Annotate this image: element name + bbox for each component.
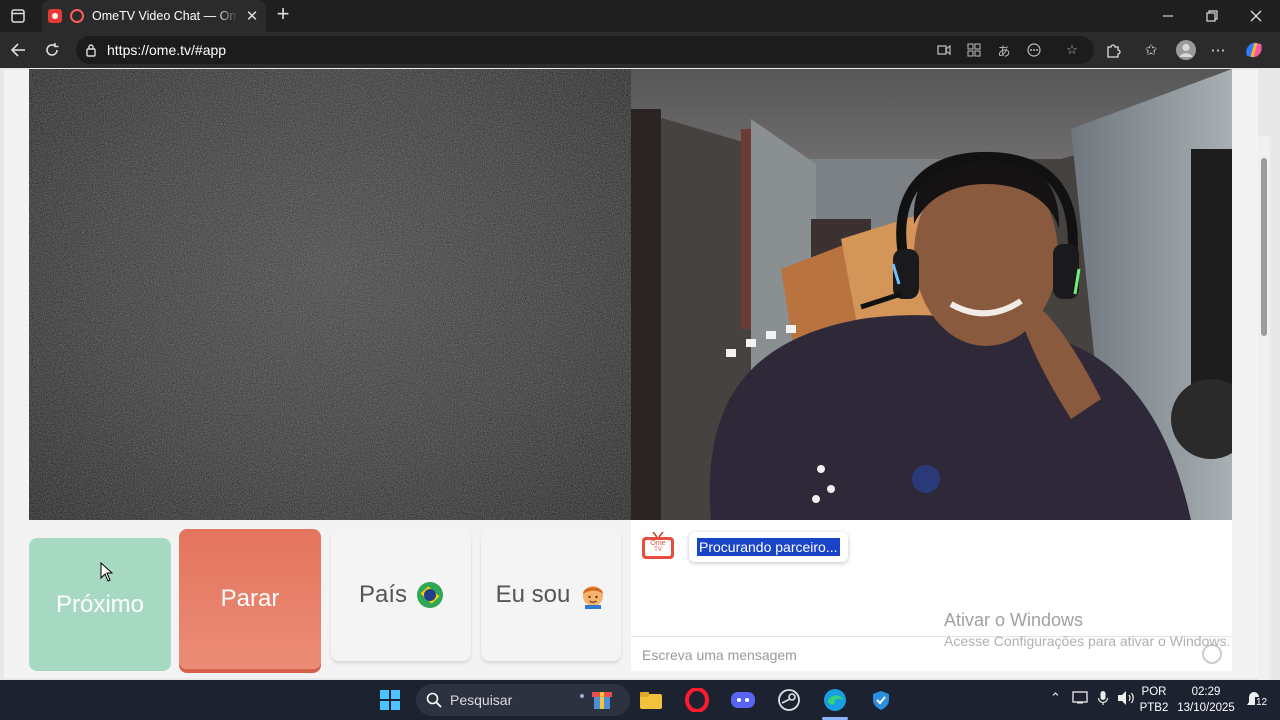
tab-ometv[interactable]: OmeTV Video Chat — Omegle ✕ xyxy=(42,0,266,32)
tab-title: OmeTV Video Chat — Omegle xyxy=(92,9,238,23)
profile-avatar-icon[interactable] xyxy=(1174,38,1198,62)
recording-icon xyxy=(48,9,62,23)
notifications-icon[interactable]: 12 xyxy=(1246,691,1270,711)
back-icon[interactable] xyxy=(8,40,28,60)
taskbar-search[interactable]: Pesquisar xyxy=(416,684,630,716)
search-highlight-icon xyxy=(580,692,612,709)
volume-icon[interactable] xyxy=(1117,690,1135,709)
refresh-icon[interactable] xyxy=(42,40,62,60)
start-windows-icon[interactable] xyxy=(376,686,404,714)
url-text: https://ome.tv/#app xyxy=(107,42,227,58)
extensions-icon[interactable] xyxy=(1103,40,1123,60)
keyboard-layout: PTB2 xyxy=(1139,702,1169,714)
settings-more-icon[interactable]: ⋯ xyxy=(1208,40,1228,60)
stop-button-label: Parar xyxy=(220,585,280,612)
opera-icon[interactable] xyxy=(683,686,711,714)
stop-button[interactable]: Parar xyxy=(179,529,321,669)
next-button-label: Próximo xyxy=(55,590,145,618)
copilot-icon[interactable] xyxy=(1242,39,1266,61)
minimize-button[interactable] xyxy=(1146,0,1190,32)
windows-taskbar: Pesquisar ⌃ POR PTB2 02:29 13/10/2025 12 xyxy=(0,680,1280,720)
clock-date: 13/10/2025 xyxy=(1177,702,1235,714)
file-explorer-icon[interactable] xyxy=(637,686,665,714)
tab-strip: OmeTV Video Chat — Omegle ✕ + xyxy=(0,0,1280,32)
translate-icon[interactable]: あ xyxy=(996,42,1012,59)
boy-emoji-icon xyxy=(580,581,606,609)
country-button-label: País xyxy=(358,581,408,608)
tab-actions-icon[interactable] xyxy=(8,6,28,26)
clock[interactable]: 02:29 13/10/2025 xyxy=(1176,684,1236,716)
app-available-icon[interactable] xyxy=(966,42,982,58)
notification-count: 12 xyxy=(1255,697,1269,708)
status-message: Procurando parceiro... xyxy=(697,538,840,556)
steam-icon[interactable] xyxy=(775,686,803,714)
page-viewport: Próximo Parar País Eu sou Ome TV Procura… xyxy=(0,68,1280,680)
activation-watermark-text: Acesse Configurações para ativar o Windo… xyxy=(944,633,1231,649)
video-noise xyxy=(29,69,631,520)
search-label: Pesquisar xyxy=(450,692,513,708)
ometv-favicon-icon xyxy=(70,9,84,23)
security-shield-icon[interactable] xyxy=(867,686,895,714)
country-button[interactable]: País xyxy=(331,529,471,661)
status-bubble: Procurando parceiro... xyxy=(689,532,848,562)
discord-icon[interactable] xyxy=(729,686,757,714)
camera-in-use-icon[interactable] xyxy=(936,42,952,58)
address-bar[interactable]: https://ome.tv/#app あ ☆ xyxy=(76,36,1094,64)
brazil-flag-icon xyxy=(417,582,444,608)
clock-time: 02:29 xyxy=(1191,686,1221,698)
lang-code: POR xyxy=(1141,686,1167,698)
self-camera-video xyxy=(631,69,1232,520)
gender-button-label: Eu sou xyxy=(495,581,571,608)
address-toolbar: https://ome.tv/#app あ ☆ ✩ ⋯ xyxy=(0,32,1280,68)
logo-text-top: Ome xyxy=(650,540,666,547)
logo-text-bottom: TV xyxy=(654,547,662,553)
gender-button[interactable]: Eu sou xyxy=(481,529,621,661)
activation-watermark-title: Ativar o Windows xyxy=(944,610,1084,630)
page-scrollbar[interactable] xyxy=(1258,136,1270,680)
next-button[interactable]: Próximo xyxy=(29,538,171,671)
search-icon xyxy=(426,692,442,708)
microphone-icon[interactable] xyxy=(1097,690,1109,709)
camera-scene xyxy=(631,69,1232,520)
network-icon[interactable] xyxy=(1072,690,1088,707)
favorite-star-icon[interactable]: ☆ xyxy=(1064,42,1080,58)
ometv-logo-icon: Ome TV xyxy=(641,531,675,559)
partner-video-static xyxy=(29,69,631,520)
edge-browser-icon[interactable] xyxy=(821,686,849,714)
message-input[interactable]: Escreva uma mensagem xyxy=(642,647,797,663)
more-options-circle-icon[interactable] xyxy=(1026,42,1042,58)
favorites-icon[interactable]: ✩ xyxy=(1141,40,1161,60)
keyboard-language[interactable]: POR PTB2 xyxy=(1138,684,1170,716)
restore-button[interactable] xyxy=(1190,0,1234,32)
mouse-cursor-icon xyxy=(100,562,113,582)
new-tab-button[interactable]: + xyxy=(272,3,294,26)
scrollbar-thumb[interactable] xyxy=(1261,158,1267,336)
tab-close-icon[interactable]: ✕ xyxy=(244,7,260,25)
show-hidden-icons-icon[interactable]: ⌃ xyxy=(1050,690,1061,706)
site-info-icon[interactable] xyxy=(84,43,98,62)
close-window-button[interactable] xyxy=(1234,0,1278,32)
